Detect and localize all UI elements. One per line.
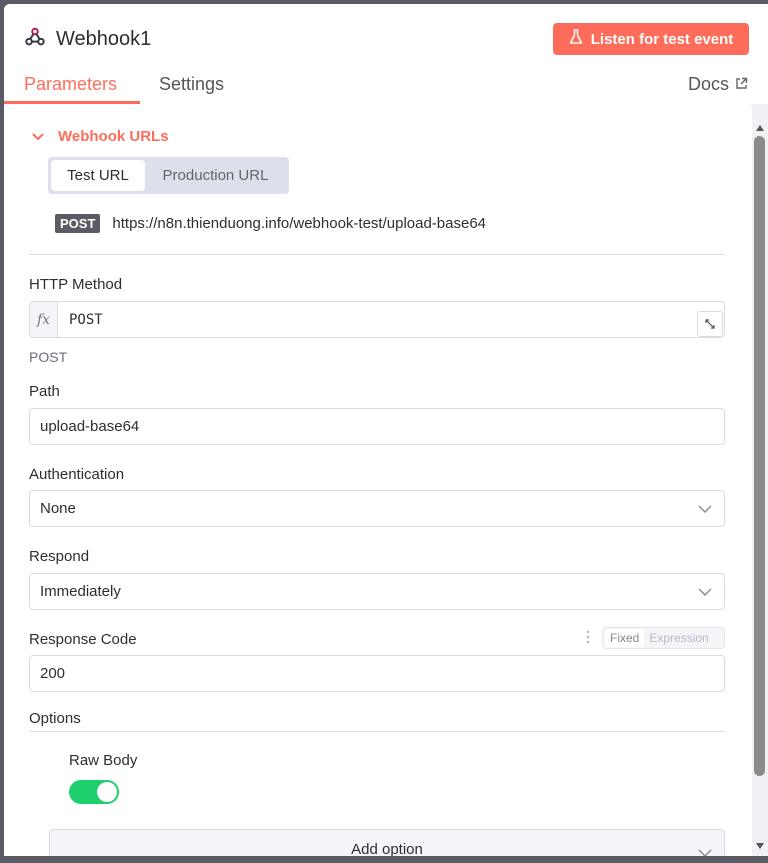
expand-editor-icon[interactable] bbox=[697, 310, 723, 337]
webhook-urls-toggle[interactable]: Webhook URLs bbox=[32, 128, 169, 145]
docs-label: Docs bbox=[687, 74, 729, 94]
path-label: Path bbox=[29, 383, 60, 400]
method-badge: POST bbox=[55, 214, 101, 233]
test-url-option[interactable]: Test URL bbox=[51, 160, 145, 191]
options-divider bbox=[29, 731, 725, 732]
toggle-knob bbox=[97, 782, 117, 802]
listen-for-test-event-button[interactable]: Listen for test event bbox=[553, 23, 749, 55]
response-code-input[interactable]: 200 bbox=[29, 655, 725, 692]
path-value: upload-base64 bbox=[40, 418, 140, 435]
http-method-label: HTTP Method bbox=[29, 276, 123, 293]
title-row: Webhook1 bbox=[24, 26, 151, 53]
listen-button-label: Listen for test event bbox=[590, 30, 734, 48]
fixed-mode-option[interactable]: Fixed bbox=[605, 629, 645, 647]
raw-body-toggle[interactable] bbox=[69, 780, 119, 804]
flask-icon bbox=[569, 29, 583, 49]
parameters-content: Webhook URLs Test URL Production URL POS… bbox=[4, 104, 752, 856]
production-url-option[interactable]: Production URL bbox=[145, 160, 286, 191]
node-title[interactable]: Webhook1 bbox=[56, 28, 151, 51]
add-option-label: Add option bbox=[351, 840, 423, 857]
parameters-card: Webhook URLs Test URL Production URL POS… bbox=[4, 104, 752, 856]
expression-mode-option[interactable]: Expression bbox=[644, 629, 713, 647]
chevron-down-icon bbox=[32, 128, 44, 145]
scroll-down-arrow-icon[interactable] bbox=[756, 836, 764, 854]
chevron-down-icon bbox=[698, 500, 712, 517]
chevron-down-icon bbox=[698, 844, 712, 856]
respond-value: Immediately bbox=[40, 583, 121, 600]
tab-parameters[interactable]: Parameters bbox=[24, 74, 117, 95]
tab-bar: Parameters Settings Docs bbox=[4, 68, 768, 104]
webhook-urls-label: Webhook URLs bbox=[58, 128, 169, 145]
vertical-scrollbar[interactable] bbox=[752, 104, 768, 856]
authentication-value: None bbox=[40, 500, 76, 517]
url-type-toggle: Test URL Production URL bbox=[48, 157, 289, 194]
scroll-up-arrow-icon[interactable] bbox=[756, 118, 764, 136]
respond-select[interactable]: Immediately bbox=[29, 573, 725, 610]
options-label: Options bbox=[29, 710, 81, 727]
authentication-select[interactable]: None bbox=[29, 490, 725, 527]
tab-settings[interactable]: Settings bbox=[159, 74, 224, 95]
kebab-menu-icon[interactable] bbox=[586, 630, 590, 649]
raw-body-label: Raw Body bbox=[69, 752, 138, 769]
panel-header: Webhook1 Listen for test event Parameter… bbox=[4, 4, 768, 104]
fixed-expression-switch: Fixed Expression bbox=[602, 627, 725, 649]
section-divider bbox=[29, 254, 725, 255]
scrollbar-thumb[interactable] bbox=[754, 136, 765, 776]
authentication-label: Authentication bbox=[29, 466, 125, 483]
fx-icon: fx bbox=[30, 302, 58, 337]
node-panel: Webhook1 Listen for test event Parameter… bbox=[4, 4, 768, 856]
http-method-expression-field[interactable]: fx POST bbox=[29, 301, 725, 338]
http-method-value: POST bbox=[69, 311, 103, 328]
external-link-icon bbox=[735, 74, 748, 95]
webhook-url-row[interactable]: POST https://n8n.thienduong.info/webhook… bbox=[55, 214, 486, 233]
response-code-label: Response Code bbox=[29, 631, 137, 648]
docs-link[interactable]: Docs bbox=[688, 74, 748, 95]
response-code-value: 200 bbox=[40, 665, 66, 682]
webhook-url[interactable]: https://n8n.thienduong.info/webhook-test… bbox=[112, 215, 486, 232]
http-method-result: POST bbox=[29, 349, 68, 365]
webhook-icon bbox=[24, 26, 46, 53]
respond-label: Respond bbox=[29, 548, 90, 565]
add-option-select[interactable]: Add option bbox=[49, 829, 725, 856]
chevron-down-icon bbox=[698, 583, 712, 600]
path-input[interactable]: upload-base64 bbox=[29, 408, 725, 445]
